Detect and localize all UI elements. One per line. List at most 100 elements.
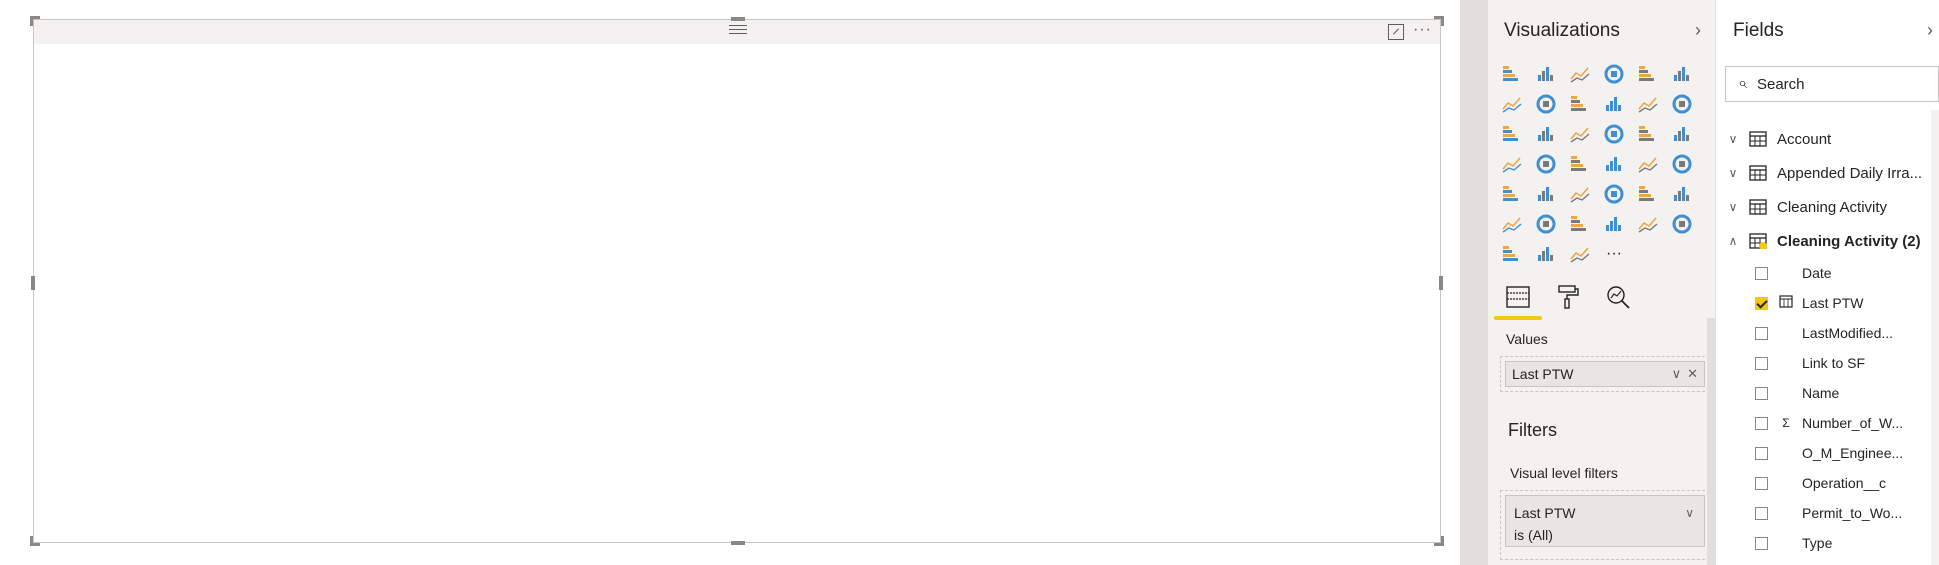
- visualizations-pane: Visualizations › ··· Values Last PTW ∨ ✕…: [1488, 0, 1716, 565]
- 100-stacked-column-chart-icon[interactable]: [1670, 62, 1694, 86]
- table-row[interactable]: ∨ Cleaning Activity: [1717, 190, 1927, 224]
- focus-mode-icon[interactable]: [1388, 24, 1404, 40]
- field-checkbox[interactable]: [1755, 446, 1768, 460]
- resize-corner-bottom-left[interactable]: [30, 536, 40, 546]
- chevron-down-icon[interactable]: ∨: [1723, 166, 1743, 180]
- resize-corner-bottom-right[interactable]: [1434, 536, 1444, 546]
- report-canvas[interactable]: ···: [0, 0, 1460, 565]
- line-chart-icon[interactable]: [1500, 92, 1524, 116]
- format-tab[interactable]: [1552, 280, 1584, 314]
- filled-map-icon[interactable]: [1500, 152, 1524, 176]
- treemap-icon[interactable]: [1636, 122, 1660, 146]
- field-checkbox[interactable]: [1755, 536, 1768, 550]
- values-well-item[interactable]: Last PTW ∨ ✕: [1505, 361, 1705, 387]
- field-row[interactable]: Date: [1717, 258, 1927, 288]
- waterfall-chart-icon[interactable]: [1500, 122, 1524, 146]
- slicer-icon[interactable]: [1500, 182, 1524, 206]
- ribbon-chart-icon[interactable]: [1670, 92, 1694, 116]
- card-icon[interactable]: [1602, 152, 1626, 176]
- matrix-icon[interactable]: [1568, 182, 1592, 206]
- field-row[interactable]: Permit_to_Wo...: [1717, 498, 1927, 528]
- chevron-right-icon[interactable]: ›: [1695, 20, 1701, 41]
- sort-az-icon[interactable]: [1602, 212, 1626, 236]
- fields-scrollbar[interactable]: [1931, 110, 1939, 565]
- powerbi-report-editor: ··· Visualizations › ··· Values Last PTW…: [0, 0, 1939, 565]
- chevron-down-icon[interactable]: ∨: [1723, 132, 1743, 146]
- area-chart-icon[interactable]: [1534, 92, 1558, 116]
- resize-handle-top[interactable]: [731, 17, 745, 21]
- field-checkbox[interactable]: [1755, 356, 1768, 370]
- more-options-icon[interactable]: ···: [1413, 20, 1432, 40]
- key-influencers-icon[interactable]: [1500, 212, 1524, 236]
- close-icon[interactable]: ✕: [1687, 366, 1698, 382]
- field-checkbox[interactable]: [1755, 386, 1768, 400]
- clustered-bar-chart-icon[interactable]: [1568, 62, 1592, 86]
- field-row[interactable]: Type: [1717, 528, 1927, 558]
- field-checkbox[interactable]: [1755, 266, 1768, 280]
- table-row[interactable]: ∨ Appended Daily Irra...: [1717, 156, 1927, 190]
- table-icon: [1749, 199, 1767, 215]
- drag-grip-icon[interactable]: [729, 22, 747, 36]
- chevron-down-icon[interactable]: ∨: [1672, 366, 1682, 382]
- filter-card[interactable]: Last PTW is (All) ∨: [1505, 495, 1705, 547]
- resize-handle-bottom[interactable]: [731, 541, 745, 545]
- selected-visual[interactable]: ···: [30, 16, 1444, 546]
- pane-scrollbar[interactable]: [1707, 318, 1715, 565]
- table-row[interactable]: ∨ Account: [1717, 122, 1927, 156]
- 100-stacked-bar-chart-icon[interactable]: [1636, 62, 1660, 86]
- field-checkbox[interactable]: [1755, 476, 1768, 490]
- multi-row-card-icon[interactable]: [1636, 152, 1660, 176]
- field-row[interactable]: Link to SF: [1717, 348, 1927, 378]
- kpi-icon[interactable]: [1670, 152, 1694, 176]
- stacked-area-chart-icon[interactable]: [1568, 92, 1592, 116]
- values-well[interactable]: Last PTW ∨ ✕: [1500, 356, 1710, 392]
- chevron-right-icon[interactable]: ›: [1927, 20, 1933, 41]
- field-checkbox[interactable]: [1755, 416, 1768, 430]
- table-icon[interactable]: [1534, 182, 1558, 206]
- chevron-down-icon[interactable]: ∨: [1723, 200, 1743, 214]
- field-checkbox[interactable]: [1755, 506, 1768, 520]
- image-visual-icon[interactable]: [1636, 212, 1660, 236]
- line-and-clustered-column-chart-icon[interactable]: [1636, 92, 1660, 116]
- resize-handle-right[interactable]: [1439, 276, 1443, 290]
- scatter-chart-icon[interactable]: [1534, 122, 1558, 146]
- donut-chart-icon[interactable]: [1602, 122, 1626, 146]
- field-checkbox[interactable]: [1755, 326, 1768, 340]
- field-row[interactable]: Name: [1717, 378, 1927, 408]
- more-visuals-icon[interactable]: ···: [1602, 242, 1626, 266]
- stacked-bar-chart-icon[interactable]: [1500, 62, 1524, 86]
- qna-icon[interactable]: [1534, 212, 1558, 236]
- chevron-down-icon[interactable]: ∨: [1685, 502, 1694, 524]
- funnel-icon[interactable]: [1534, 152, 1558, 176]
- field-row[interactable]: Σ Number_of_W...: [1717, 408, 1927, 438]
- gauge-icon[interactable]: [1568, 152, 1592, 176]
- field-name: Date: [1802, 265, 1832, 281]
- map-icon[interactable]: [1670, 122, 1694, 146]
- arcgis-map-icon[interactable]: [1670, 182, 1694, 206]
- analytics-tab[interactable]: [1602, 280, 1634, 314]
- line-and-stacked-column-chart-icon[interactable]: [1602, 92, 1626, 116]
- chevron-up-icon[interactable]: ∧: [1723, 234, 1743, 248]
- custom-grid-icon[interactable]: [1568, 242, 1592, 266]
- custom-number-icon[interactable]: [1568, 212, 1592, 236]
- field-row[interactable]: O_M_Enginee...: [1717, 438, 1927, 468]
- monitor-visual-icon[interactable]: [1670, 212, 1694, 236]
- search-input[interactable]: ⌕ Search: [1725, 66, 1939, 102]
- resize-corner-top-right[interactable]: [1434, 16, 1444, 26]
- resize-handle-left[interactable]: [31, 276, 35, 290]
- field-row[interactable]: LastModified...: [1717, 318, 1927, 348]
- custom-image-icon[interactable]: [1534, 242, 1558, 266]
- custom-waveform-icon[interactable]: [1500, 242, 1524, 266]
- field-name: Operation__c: [1802, 475, 1887, 491]
- field-row[interactable]: Operation__c: [1717, 468, 1927, 498]
- field-checkbox[interactable]: [1755, 296, 1768, 310]
- python-visual-icon[interactable]: [1636, 182, 1660, 206]
- clustered-column-chart-icon[interactable]: [1602, 62, 1626, 86]
- fields-tab[interactable]: [1494, 280, 1542, 320]
- field-row[interactable]: Last PTW: [1717, 288, 1927, 318]
- pie-chart-icon[interactable]: [1568, 122, 1592, 146]
- resize-corner-top-left[interactable]: [30, 16, 40, 26]
- r-visual-icon[interactable]: [1602, 182, 1626, 206]
- table-row[interactable]: ∧ Cleaning Activity (2): [1717, 224, 1927, 258]
- stacked-column-chart-icon[interactable]: [1534, 62, 1558, 86]
